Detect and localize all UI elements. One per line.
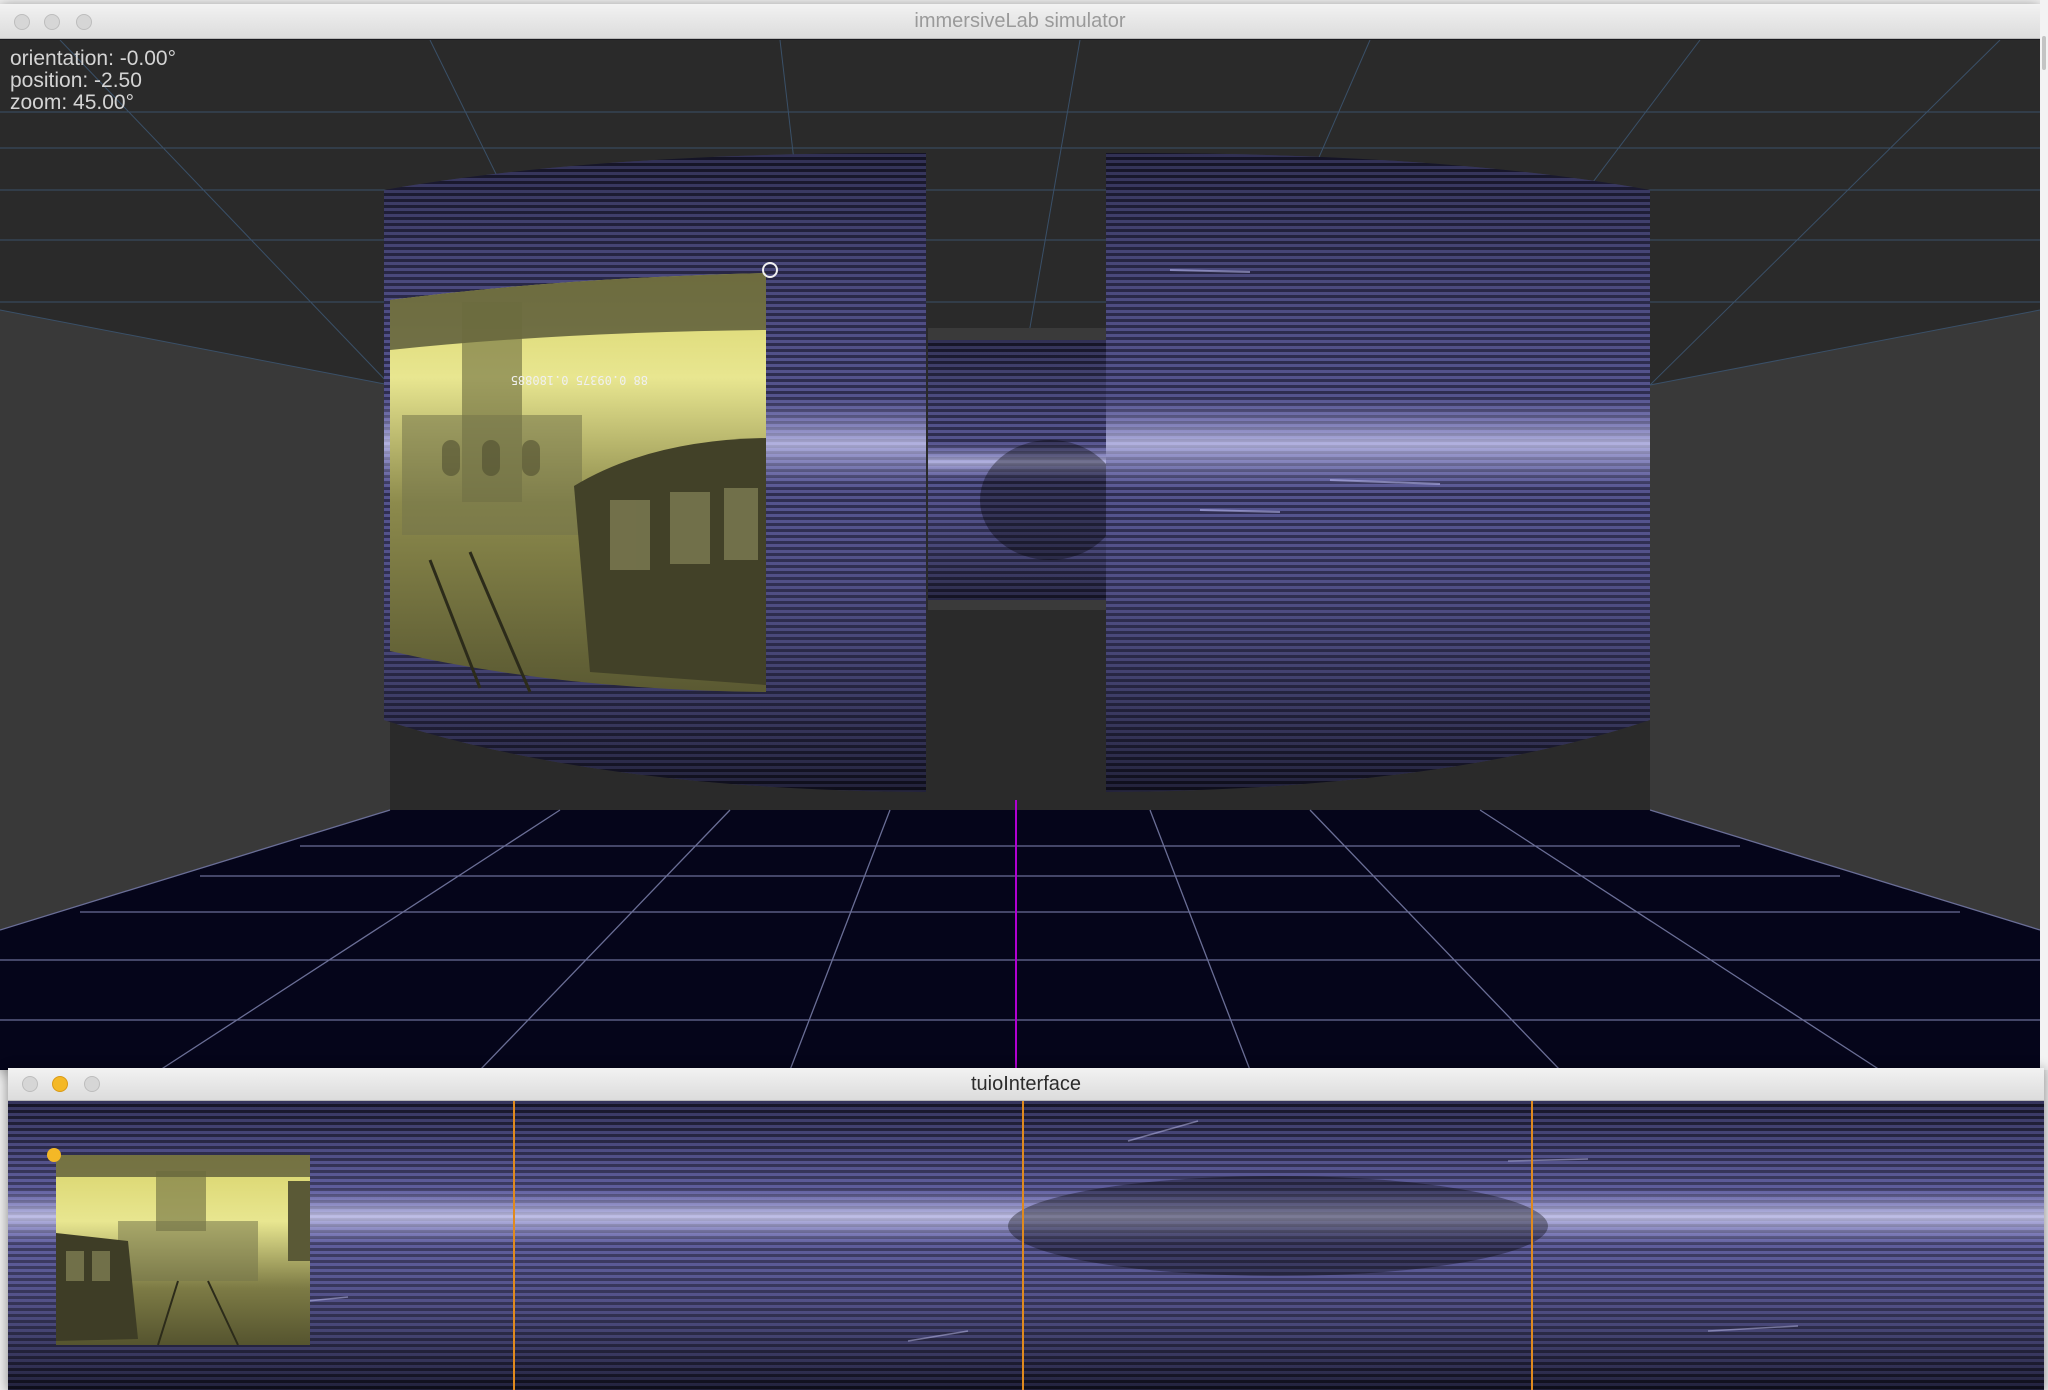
window-title: tuioInterface	[970, 1073, 1082, 1095]
simulator-window: immersiveLab simulator 88 0.09375 0.1808…	[0, 4, 2040, 1070]
minimize-icon[interactable]	[44, 14, 60, 30]
video-clip-on-screen[interactable]: 88 0.09375 0.180885	[390, 273, 766, 693]
close-icon[interactable]	[14, 14, 30, 30]
hud-zoom: zoom: 45.00°	[10, 91, 134, 114]
close-icon[interactable]	[22, 1076, 38, 1092]
minimize-icon[interactable]	[52, 1076, 68, 1092]
zoom-icon[interactable]	[84, 1076, 100, 1092]
zoom-icon[interactable]	[76, 14, 92, 30]
3d-scene-viewport[interactable]: 88 0.09375 0.180885	[0, 40, 2040, 1070]
tuio-titlebar[interactable]: tuioInterface	[8, 1068, 2044, 1101]
simulator-titlebar[interactable]: immersiveLab simulator	[0, 4, 2040, 39]
hud-position: position: -2.50	[10, 69, 142, 92]
panorama-strip[interactable]	[8, 1101, 2044, 1390]
tuio-cursor-icon[interactable]	[47, 1148, 61, 1162]
window-title: immersiveLab simulator	[914, 10, 1126, 32]
scrollbar-thumb[interactable]	[2042, 36, 2046, 70]
hud-orientation: orientation: -0.00°	[10, 47, 177, 70]
svg-text:88 0.09375 0.180885: 88 0.09375 0.180885	[511, 373, 648, 387]
tuio-interface-window: tuioInterface	[8, 1068, 2044, 1390]
floor	[0, 810, 2040, 1070]
clip-thumbnail[interactable]	[56, 1155, 310, 1346]
vertical-scrollbar[interactable]	[2040, 0, 2048, 1070]
